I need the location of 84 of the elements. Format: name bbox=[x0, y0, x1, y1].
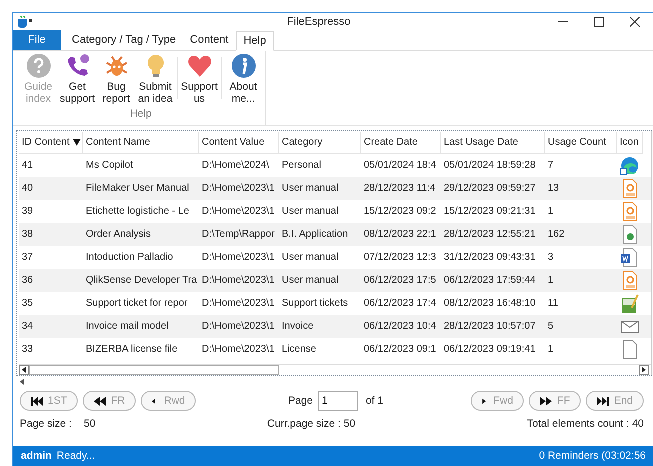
group-label: Help bbox=[130, 108, 152, 120]
table-cell-text: 06/12/2023 17:59:44 bbox=[443, 275, 537, 286]
table-cell-text: D:\Home\2023\1 bbox=[201, 275, 276, 286]
table-cell-text: User manual bbox=[281, 275, 340, 286]
page-size-label: Page size : bbox=[20, 418, 73, 430]
table-cell-text: 05/01/2024 18:59:28 bbox=[443, 160, 537, 171]
status-message: Ready... bbox=[56, 450, 96, 462]
table-cell-text: 28/12/2023 12:55:21 bbox=[443, 229, 537, 240]
table-cell-text: D:\Temp\Rappor bbox=[201, 229, 276, 240]
table-cell-text: D:\Home\2023\1 bbox=[201, 344, 276, 355]
table-cell-text: FileMaker User Manual bbox=[85, 183, 190, 194]
table-cell-text: Etichette logistiche - Le bbox=[85, 206, 190, 217]
table-cell-text: 28/12/2023 11:4 bbox=[363, 183, 437, 194]
table-cell-text: 11 bbox=[547, 298, 560, 309]
table-cell-text: 06/12/2023 09:1 bbox=[363, 344, 438, 355]
table-cell-text: 35 bbox=[21, 298, 34, 309]
table-cell-text: 06/12/2023 17:4 bbox=[363, 298, 438, 309]
table-cell-text: 08/12/2023 22:1 bbox=[363, 229, 438, 240]
table-cell-text: 41 bbox=[21, 160, 34, 171]
table-cell-text: 29/12/2023 09:59:27 bbox=[443, 183, 537, 194]
table-cell-text: 07/12/2023 12:3 bbox=[363, 252, 438, 263]
ribbon-button[interactable]: Support us bbox=[180, 53, 219, 105]
table-cell-text: D:\Home\2023\1 bbox=[201, 183, 276, 194]
page-size-value: 50 bbox=[84, 418, 96, 430]
ribbon-button[interactable]: Bug report bbox=[97, 53, 136, 105]
user-name: admin bbox=[21, 450, 52, 462]
table-cell-text: D:\Home\2023\1 bbox=[201, 321, 276, 332]
table-cell-text: D:\Home\2023\1 bbox=[201, 252, 276, 263]
file-menu[interactable]: File bbox=[13, 30, 61, 50]
page-label: Page bbox=[288, 395, 313, 407]
table-cell-text: 1 bbox=[547, 206, 555, 217]
table-cell-text: 08/12/2023 16:48:10 bbox=[443, 298, 537, 309]
table-cell-text: 13 bbox=[547, 183, 560, 194]
total-count: Total elements count : 40 bbox=[527, 418, 644, 430]
table-cell-text: 33 bbox=[21, 344, 34, 355]
table-cell-text: Ms Copilot bbox=[85, 160, 134, 171]
table-cell-text: 38 bbox=[21, 229, 34, 240]
table-cell-text: 7 bbox=[547, 160, 555, 171]
table-cell-text: 31/12/2023 09:43:31 bbox=[443, 252, 537, 263]
ribbon-tab[interactable]: Content bbox=[183, 30, 236, 50]
ribbon-tab[interactable]: Category / Tag / Type bbox=[65, 30, 184, 50]
table-cell-text: 34 bbox=[21, 321, 34, 332]
table-cell-text: D:\Home\2023\1 bbox=[201, 298, 276, 309]
table-cell-text: 3 bbox=[547, 252, 555, 263]
table-cell-text: 1 bbox=[547, 344, 555, 355]
table-cell-text: D:\Home\2024\ bbox=[201, 160, 270, 171]
table-cell-text: Order Analysis bbox=[85, 229, 152, 240]
table-cell-text: D:\Home\2023\1 bbox=[201, 206, 276, 217]
table-cell-text: User manual bbox=[281, 206, 340, 217]
table-cell-text: 1 bbox=[547, 275, 555, 286]
ribbon-button[interactable]: Get support bbox=[58, 53, 97, 105]
table-cell-text: 5 bbox=[547, 321, 555, 332]
table-cell-text: 39 bbox=[21, 206, 34, 217]
table-cell-text: 15/12/2023 09:2 bbox=[363, 206, 438, 217]
ribbon-tab[interactable]: Help bbox=[236, 31, 274, 51]
current-page-size: Curr.page size : 50 bbox=[267, 418, 356, 430]
table-cell-text: Invoice mail model bbox=[85, 321, 170, 332]
table-cell-text: 28/12/2023 10:57:07 bbox=[443, 321, 537, 332]
table-cell-text: Personal bbox=[281, 160, 322, 171]
ribbon-button[interactable]: Submit an idea bbox=[136, 53, 175, 105]
table-cell-text: 36 bbox=[21, 275, 34, 286]
table-cell-text: B.I. Application bbox=[281, 229, 350, 240]
table-cell-text: User manual bbox=[281, 183, 340, 194]
table-cell-text: Intoduction Palladio bbox=[85, 252, 174, 263]
table-cell-text: 15/12/2023 09:21:31 bbox=[443, 206, 537, 217]
table-cell-text: 06/12/2023 09:19:41 bbox=[443, 344, 537, 355]
table-cell-text: 162 bbox=[547, 229, 566, 240]
page-count: of 1 bbox=[366, 395, 384, 407]
table-cell-text: 40 bbox=[21, 183, 34, 194]
ribbon-button[interactable]: About me... bbox=[224, 53, 263, 105]
table-cell-text: Invoice bbox=[281, 321, 315, 332]
table-cell-text: QlikSense Developer Tra bbox=[85, 275, 198, 286]
table-cell-text: 06/12/2023 10:4 bbox=[363, 321, 438, 332]
table-cell-text: BIZERBA license file bbox=[85, 344, 179, 355]
window-title: FileEspresso bbox=[286, 16, 352, 28]
table-cell-text: 06/12/2023 17:5 bbox=[363, 275, 438, 286]
table-cell-text: License bbox=[281, 344, 318, 355]
table-cell-text: User manual bbox=[281, 252, 340, 263]
page-field[interactable]: 1 bbox=[318, 391, 358, 411]
table-cell-text: 05/01/2024 18:4 bbox=[363, 160, 438, 171]
table-cell-text: 37 bbox=[21, 252, 34, 263]
table-cell-text: Support ticket for repor bbox=[85, 298, 189, 309]
table-cell-text: Support tickets bbox=[281, 298, 350, 309]
reminders-text: 0 Reminders (03:02:56 bbox=[539, 450, 646, 462]
